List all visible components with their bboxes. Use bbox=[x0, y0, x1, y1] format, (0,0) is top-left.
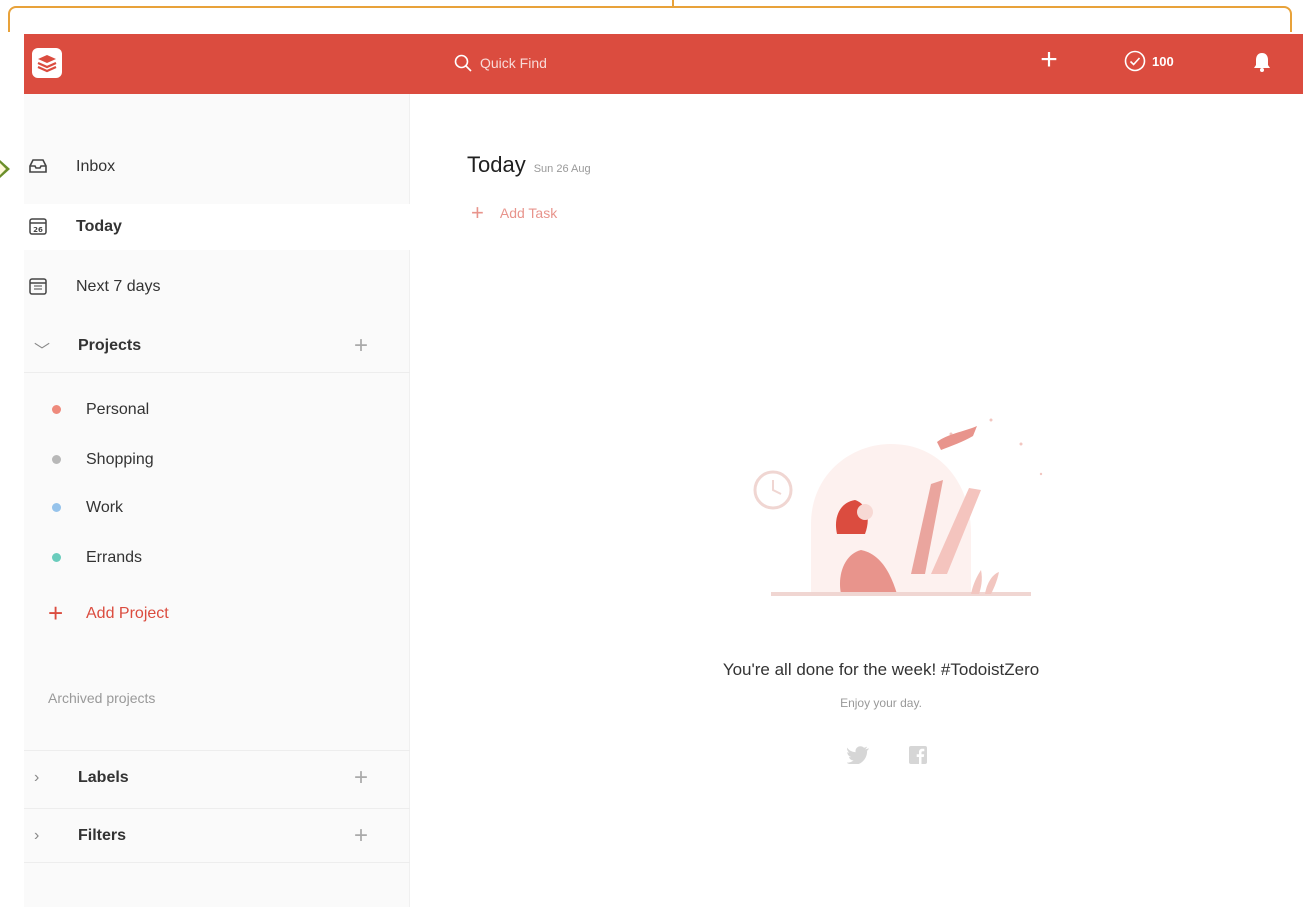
projects-section-header[interactable]: ﹀ Projects + bbox=[24, 324, 410, 370]
search-icon bbox=[454, 54, 472, 72]
annotation-arrow-inner bbox=[0, 163, 6, 175]
project-label: Errands bbox=[86, 549, 143, 566]
project-item-personal[interactable]: Personal bbox=[24, 390, 410, 430]
facebook-icon[interactable] bbox=[909, 746, 927, 764]
chevron-down-icon[interactable]: ﹀ bbox=[34, 337, 50, 361]
project-color-dot bbox=[52, 405, 61, 414]
page-title: Today bbox=[467, 152, 526, 177]
archived-projects-link[interactable]: Archived projects bbox=[48, 690, 155, 706]
projects-label: Projects bbox=[78, 337, 142, 354]
empty-state-illustration bbox=[753, 418, 1043, 596]
sidebar-item-label: Today bbox=[76, 218, 122, 235]
labels-label: Labels bbox=[78, 769, 129, 786]
project-label: Shopping bbox=[86, 451, 154, 468]
project-label: Personal bbox=[86, 401, 150, 418]
empty-state-title: You're all done for the week! #TodoistZe… bbox=[722, 660, 1040, 679]
sidebar-item-next-7-days[interactable]: Next 7 days bbox=[24, 264, 410, 310]
karma-count: 100 bbox=[1152, 53, 1174, 69]
annotation-bracket bbox=[8, 6, 1292, 32]
sidebar-item-inbox[interactable]: Inbox bbox=[24, 144, 410, 190]
plus-icon: + bbox=[471, 200, 484, 225]
chevron-right-icon[interactable]: › bbox=[34, 827, 39, 845]
main-content: Today Sun 26 Aug + Add Task You're all d… bbox=[411, 94, 1303, 907]
sidebar-item-label: Inbox bbox=[76, 158, 116, 175]
add-task-label: Add Task bbox=[499, 205, 558, 221]
labels-section-header[interactable]: › Labels + bbox=[24, 756, 410, 802]
project-label: Work bbox=[86, 499, 124, 516]
check-circle-icon bbox=[1124, 50, 1146, 72]
annotation-bracket-tick bbox=[672, 0, 674, 8]
page-date: Sun 26 Aug bbox=[533, 163, 591, 175]
sidebar-item-today[interactable]: 26 Today bbox=[24, 204, 410, 250]
add-project-button[interactable]: + Add Project bbox=[24, 594, 410, 634]
add-project-plus-button[interactable]: + bbox=[354, 332, 368, 360]
add-filter-plus-button[interactable]: + bbox=[354, 822, 368, 850]
project-color-dot bbox=[52, 455, 61, 464]
top-bar: Quick Find + 100 bbox=[24, 34, 1303, 94]
project-item-work[interactable]: Work bbox=[24, 488, 410, 528]
divider bbox=[24, 750, 410, 751]
add-project-label: Add Project bbox=[86, 605, 169, 622]
quick-find-search[interactable]: Quick Find bbox=[454, 50, 547, 76]
project-item-errands[interactable]: Errands bbox=[24, 538, 410, 578]
project-item-shopping[interactable]: Shopping bbox=[24, 440, 410, 480]
sidebar: Inbox 26 Today Next 7 days ﹀ Projects + … bbox=[24, 94, 410, 907]
empty-state-subtitle: Enjoy your day. bbox=[840, 696, 922, 710]
add-label-plus-button[interactable]: + bbox=[354, 764, 368, 792]
filters-label: Filters bbox=[78, 827, 127, 844]
divider bbox=[24, 372, 410, 373]
notifications-bell-icon[interactable] bbox=[1252, 51, 1272, 78]
add-task-button[interactable]: + Add Task bbox=[471, 200, 557, 226]
twitter-icon[interactable] bbox=[847, 746, 869, 764]
quick-add-button[interactable]: + bbox=[1034, 45, 1064, 76]
project-color-dot bbox=[52, 503, 61, 512]
todoist-logo-icon[interactable] bbox=[32, 48, 62, 78]
plus-icon: + bbox=[48, 598, 64, 628]
sidebar-item-label: Next 7 days bbox=[76, 278, 161, 295]
chevron-right-icon[interactable]: › bbox=[34, 769, 39, 787]
karma-button[interactable]: 100 bbox=[1124, 50, 1174, 72]
divider bbox=[24, 808, 410, 809]
calendar-week-icon bbox=[29, 278, 47, 295]
social-share bbox=[847, 746, 927, 764]
view-header: Today Sun 26 Aug bbox=[467, 152, 591, 178]
project-color-dot bbox=[52, 553, 61, 562]
divider bbox=[24, 862, 410, 863]
svg-text:26: 26 bbox=[33, 226, 43, 234]
inbox-icon bbox=[29, 159, 47, 173]
quick-find-placeholder: Quick Find bbox=[480, 55, 547, 71]
filters-section-header[interactable]: › Filters + bbox=[24, 814, 410, 860]
calendar-today-icon: 26 bbox=[29, 218, 47, 235]
